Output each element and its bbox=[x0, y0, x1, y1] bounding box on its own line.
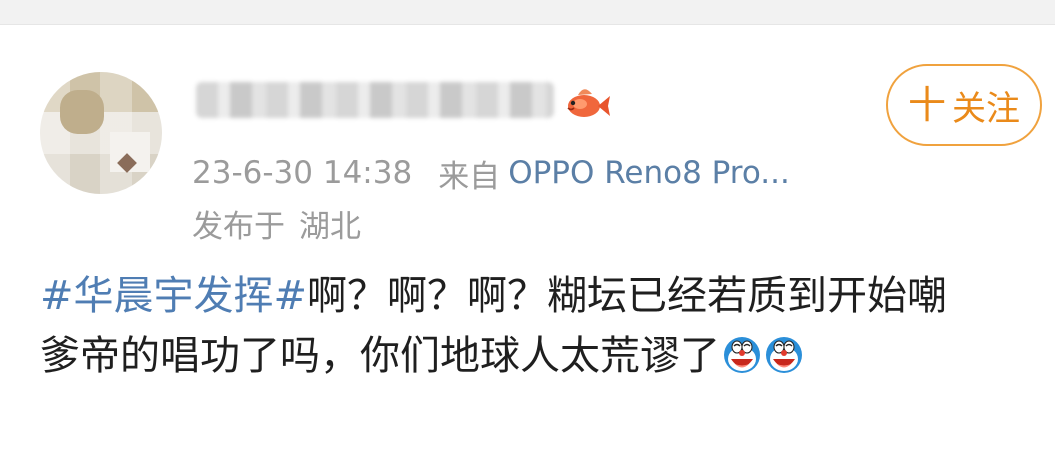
post-meta: 23-6-30 14:38 来自 OPPO Reno8 Pro... bbox=[192, 153, 790, 195]
top-divider-band bbox=[0, 0, 1055, 25]
location-value: 湖北 bbox=[299, 208, 361, 245]
doraemon-laugh-emoji-icon bbox=[724, 337, 760, 373]
author-name-blurred[interactable] bbox=[196, 82, 554, 118]
source-device-link[interactable]: OPPO Reno8 Pro... bbox=[508, 155, 790, 191]
post-location: 发布于 湖北 bbox=[192, 203, 361, 245]
author-avatar[interactable] bbox=[40, 72, 162, 194]
avatar-blur-block bbox=[60, 90, 104, 134]
plus-icon: 十 bbox=[907, 83, 946, 127]
doraemon-laugh-emoji-icon bbox=[766, 337, 802, 373]
hashtag-link[interactable]: #华晨宇发挥# bbox=[40, 273, 307, 319]
follow-label: 关注 bbox=[952, 88, 1020, 129]
source-prefix: 来自 bbox=[438, 158, 501, 195]
post-content: #华晨宇发挥#啊？啊？啊？糊坛已经若质到开始嘲 爹帝的唱功了吗，你们地球人太荒谬… bbox=[40, 266, 1040, 386]
post-timestamp: 23-6-30 14:38 bbox=[192, 155, 413, 191]
follow-button[interactable]: 十 关注 bbox=[886, 64, 1042, 146]
content-line-2: 爹帝的唱功了吗，你们地球人太荒谬了 bbox=[40, 333, 720, 379]
koi-fish-icon bbox=[567, 89, 610, 117]
location-prefix: 发布于 bbox=[192, 208, 285, 245]
content-line-1: 啊？啊？啊？糊坛已经若质到开始嘲 bbox=[307, 273, 948, 319]
